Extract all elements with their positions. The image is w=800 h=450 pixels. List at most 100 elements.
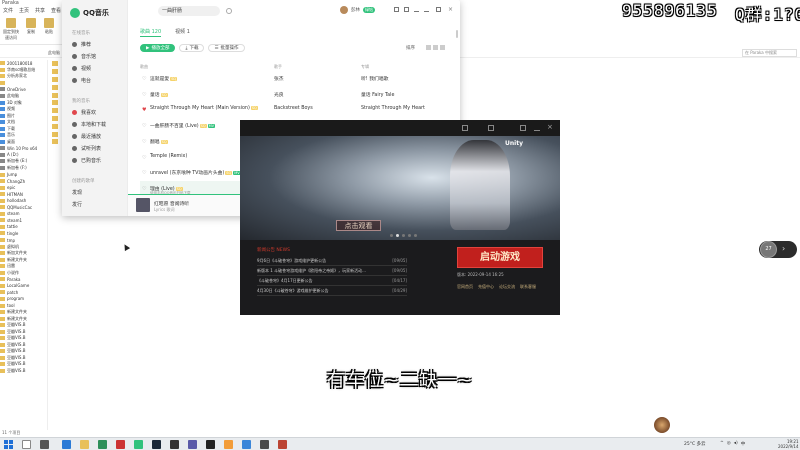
- paste-button[interactable]: 粘贴: [40, 18, 58, 35]
- like-heart-icon[interactable]: ♡: [142, 139, 146, 145]
- batch-button[interactable]: ☰ 批量操作: [208, 44, 245, 52]
- ime-icon[interactable]: 中: [741, 441, 746, 447]
- sort-button[interactable]: 排序: [406, 45, 415, 51]
- ribbon-tab-home[interactable]: 主页: [19, 7, 29, 15]
- like-heart-icon[interactable]: ♡: [142, 186, 146, 192]
- copy-button[interactable]: 复制: [22, 18, 40, 35]
- minimize-icon[interactable]: [534, 125, 540, 131]
- app-icon[interactable]: [224, 440, 233, 449]
- pin-quick-access-button[interactable]: 固定到快速访问: [2, 18, 20, 41]
- search-icon[interactable]: [226, 8, 232, 14]
- sidebar-item-release[interactable]: 发行: [72, 201, 82, 208]
- song-row[interactable]: ♡ 童话 SQ 光良 童话 Fairy Tale: [140, 87, 460, 103]
- scrollbar[interactable]: [456, 30, 458, 38]
- user-info[interactable]: 彭林 绿钻: [340, 6, 375, 14]
- game-icon[interactable]: [206, 440, 215, 449]
- link-recharge[interactable]: 充值中心: [478, 284, 494, 290]
- list-view-icon[interactable]: [426, 45, 431, 50]
- volume-icon[interactable]: ◂): [734, 441, 738, 447]
- app-icon[interactable]: [242, 440, 251, 449]
- sidebar-item-purchased[interactable]: 已购音乐: [72, 157, 101, 164]
- sidebar-item-recommend[interactable]: 推荐: [72, 41, 91, 48]
- song-album[interactable]: 听! 我们唱歌: [361, 75, 388, 82]
- folder-icon[interactable]: [80, 440, 89, 449]
- song-album[interactable]: Straight Through My Heart: [361, 106, 425, 111]
- skin-icon[interactable]: [394, 7, 399, 12]
- tab-videos[interactable]: 视频 1: [175, 28, 190, 37]
- chevron-right-icon[interactable]: ›: [782, 244, 785, 253]
- settings-icon[interactable]: [488, 125, 494, 131]
- app-icon[interactable]: [116, 440, 125, 449]
- sidebar-item-liked[interactable]: 我喜欢: [72, 109, 96, 116]
- like-heart-icon[interactable]: ♡: [142, 92, 146, 98]
- sidebar-item-recent[interactable]: 最近播放: [72, 133, 101, 140]
- like-heart-icon[interactable]: ♡: [142, 170, 146, 176]
- edge-icon[interactable]: [62, 440, 71, 449]
- song-artist[interactable]: 光良: [274, 91, 284, 98]
- like-heart-icon[interactable]: ♥: [142, 107, 146, 113]
- play-all-button[interactable]: ▶ 播放全部: [140, 44, 176, 52]
- carousel-dot[interactable]: [408, 234, 411, 237]
- app-icon[interactable]: [98, 440, 107, 449]
- search-input[interactable]: 一曲肝肠: [158, 6, 220, 16]
- clock[interactable]: 19:21 2022/9/14: [778, 439, 799, 449]
- sidebar-item-trial[interactable]: 试听列表: [72, 145, 101, 152]
- launch-game-button[interactable]: 启动游戏: [457, 247, 543, 268]
- sidebar-item-music-hall[interactable]: 音乐馆: [72, 53, 96, 60]
- steam-icon[interactable]: [152, 440, 161, 449]
- like-heart-icon[interactable]: ♡: [142, 76, 146, 82]
- close-icon[interactable]: ×: [448, 7, 453, 13]
- app-icon[interactable]: [278, 440, 287, 449]
- ribbon-tab-share[interactable]: 共享: [35, 7, 45, 15]
- floating-badge[interactable]: 27: [760, 241, 777, 258]
- link-forum[interactable]: 论坛交流: [499, 284, 515, 290]
- news-item[interactable]: 4月30日《斗破苍穹》游戏维护更新公告 [04/29]: [257, 286, 407, 296]
- mini-mode-icon[interactable]: [414, 7, 419, 12]
- grid-view-icon[interactable]: [433, 45, 438, 50]
- ribbon-tab-view[interactable]: 查看: [51, 7, 61, 15]
- obs-icon[interactable]: [170, 440, 179, 449]
- album-cover[interactable]: [136, 198, 150, 212]
- hero-banner[interactable]: [240, 136, 560, 240]
- minimize-icon[interactable]: [424, 7, 429, 12]
- user-icon[interactable]: [462, 125, 468, 131]
- view-toggle[interactable]: [426, 45, 445, 50]
- like-heart-icon[interactable]: ♡: [142, 123, 146, 129]
- song-album[interactable]: 童话 Fairy Tale: [361, 91, 394, 98]
- link-home[interactable]: 官网首页: [457, 284, 473, 290]
- avatar[interactable]: [340, 6, 348, 14]
- detail-view-icon[interactable]: [440, 45, 445, 50]
- news-item[interactable]: 《斗破苍穹》4月17日更新公告 [04/17]: [257, 276, 407, 286]
- song-artist[interactable]: Backstreet Boys: [274, 106, 313, 111]
- sidebar-item-local[interactable]: 本地和下载: [72, 121, 106, 128]
- breadcrumb[interactable]: 此电脑: [48, 50, 60, 56]
- menu-icon[interactable]: [520, 125, 526, 131]
- song-artist[interactable]: 张杰: [274, 75, 284, 82]
- carousel-dot[interactable]: [414, 234, 417, 237]
- watch-button[interactable]: 点击观看: [336, 220, 381, 231]
- task-view-icon[interactable]: [40, 440, 49, 449]
- sidebar-item-radio[interactable]: 电台: [72, 77, 91, 84]
- sidebar-item-discover[interactable]: 发现: [72, 189, 82, 196]
- close-icon[interactable]: ×: [547, 124, 553, 131]
- link-support[interactable]: 联系客服: [520, 284, 536, 290]
- ribbon-tab-file[interactable]: 文件: [3, 7, 13, 15]
- app-icon[interactable]: [260, 440, 269, 449]
- sidebar-item-video[interactable]: 视频: [72, 65, 91, 72]
- song-row[interactable]: ♡ 這就是愛 SQ 张杰 听! 我们唱歌: [140, 71, 460, 87]
- download-button[interactable]: ⤓ 下载: [179, 44, 205, 52]
- now-playing-title[interactable]: 红昭愿 音阙诗听: [154, 200, 189, 207]
- search-input[interactable]: 在 Paraka 中搜索: [742, 49, 797, 57]
- qq-music-icon[interactable]: [134, 440, 143, 449]
- tab-songs[interactable]: 歌曲 120: [140, 28, 162, 37]
- like-heart-icon[interactable]: ♡: [142, 155, 146, 161]
- app-icon[interactable]: [188, 440, 197, 449]
- network-icon[interactable]: ◎: [727, 441, 731, 447]
- song-row[interactable]: ♥ Straight Through My Heart (Main Version…: [140, 102, 460, 118]
- chevron-up-icon[interactable]: ^: [720, 441, 724, 447]
- search-icon[interactable]: [22, 440, 31, 449]
- weather-widget[interactable]: 25°C 多云: [684, 441, 706, 447]
- settings-icon[interactable]: [404, 7, 409, 12]
- maximize-icon[interactable]: [436, 7, 441, 12]
- windows-start-icon[interactable]: [4, 440, 13, 449]
